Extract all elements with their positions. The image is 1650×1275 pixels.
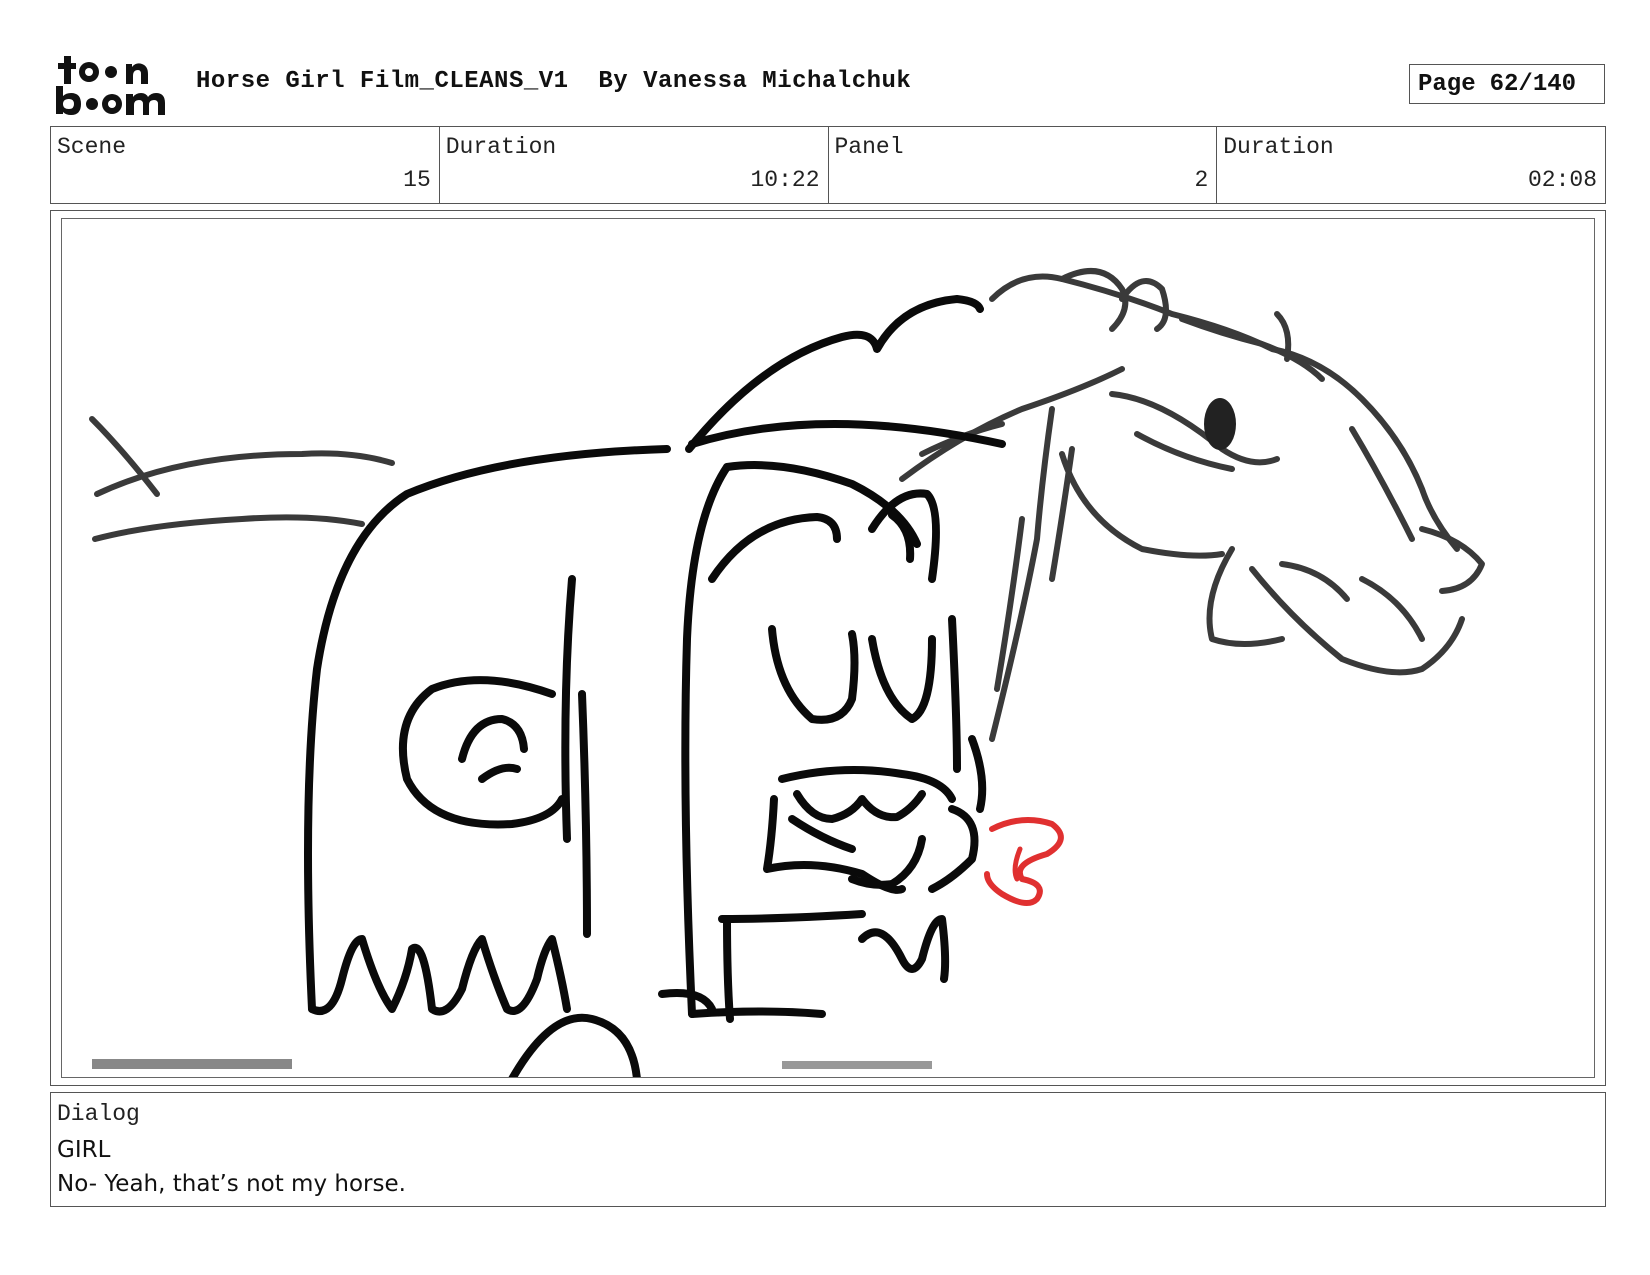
page-indicator: Page 62/140 (1409, 64, 1605, 104)
scene-info-row: Scene 15 Duration 10:22 Panel 2 Duration… (50, 126, 1606, 204)
dialog-text: No- Yeah, that’s not my horse. (57, 1171, 406, 1197)
page-number: 62/140 (1489, 70, 1577, 98)
scene-duration-cell: Duration 10:22 (440, 127, 829, 203)
panel-cell: Panel 2 (829, 127, 1218, 203)
dialog-box: Dialog GIRL No- Yeah, that’s not my hors… (50, 1092, 1606, 1207)
panel-duration-value: 02:08 (1527, 167, 1597, 193)
panel-value: 2 (1194, 167, 1209, 193)
scene-value: 15 (403, 167, 431, 193)
scene-duration-label: Duration (445, 134, 557, 160)
scene-duration-value: 10:22 (750, 167, 820, 193)
horse-sketch (89, 268, 1485, 742)
document-title: Horse Girl Film_CLEANS_V1 By Vanessa Mic… (196, 68, 912, 95)
horse-eye (1204, 398, 1236, 450)
page-label: Page (1418, 70, 1476, 98)
storyboard-panel-image (61, 218, 1595, 1078)
panel-duration-label: Duration (1223, 134, 1334, 160)
girl-character-drawing (304, 295, 1006, 1077)
panel-label: Panel (834, 134, 904, 160)
dialog-speaker: GIRL (57, 1137, 111, 1163)
red-annotation-mark (984, 817, 1064, 906)
panel-duration-cell: Duration 02:08 (1217, 127, 1605, 203)
dialog-label: Dialog (57, 1101, 140, 1127)
toon-boom-logo (54, 54, 172, 116)
scene-cell: Scene 15 (51, 127, 440, 203)
scene-label: Scene (57, 134, 127, 160)
